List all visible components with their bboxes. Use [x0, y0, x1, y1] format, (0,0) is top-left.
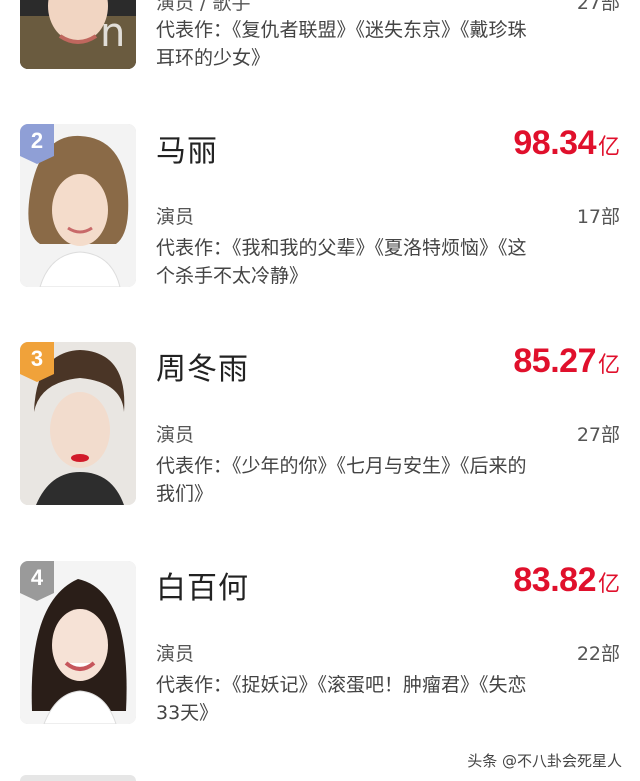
- rank-badge: 4: [20, 561, 54, 601]
- rank-badge: 2: [20, 124, 54, 164]
- rank-number: 3: [30, 346, 44, 371]
- box-office-value: 85.27: [513, 342, 596, 380]
- avatar: 3: [20, 342, 136, 505]
- rank-badge: 3: [20, 342, 54, 382]
- film-count: 27部: [576, 424, 620, 446]
- rank-number: 4: [30, 565, 44, 590]
- avatar: n: [20, 0, 136, 69]
- actress-name: 白百何: [156, 571, 249, 606]
- box-office-unit: 亿: [597, 135, 620, 160]
- film-count: 17部: [576, 206, 620, 228]
- ranking-item[interactable]: n 演员 / 歌手 27部 代表作：《复仇者联盟》《迷失东京》《戴珍珠耳环的少女…: [0, 0, 640, 75]
- svg-text:n: n: [100, 10, 125, 56]
- watermark: 头条 @不八卦会死星人: [463, 748, 626, 773]
- role-label: 演员: [156, 424, 195, 446]
- actress-name: 周冬雨: [156, 352, 249, 387]
- role-label: 演员: [156, 206, 195, 228]
- box-office: 85.27亿: [513, 342, 620, 381]
- representative-works: 代表作：《捉妖记》《滚蛋吧！肿瘤君》《失恋33天》: [156, 674, 527, 724]
- box-office-unit: 亿: [597, 572, 620, 597]
- ranking-item[interactable]: 3 周冬雨 85.27亿 演员 27部 代表作：《少年的你》《七月与安生》《后来…: [0, 342, 640, 512]
- rank-number: 2: [30, 128, 44, 153]
- role-label: 演员: [156, 643, 195, 665]
- avatar: 2: [20, 124, 136, 287]
- representative-works: 代表作：《我和我的父辈》《夏洛特烦恼》《这个杀手不太冷静》: [156, 237, 527, 287]
- box-office: 83.82亿: [513, 561, 620, 600]
- box-office-value: 98.34: [513, 124, 596, 162]
- next-item-edge: [20, 775, 136, 781]
- ranking-item[interactable]: 4 白百何 83.82亿 演员 22部 代表作：《捉妖记》《滚蛋吧！肿瘤君》《失…: [0, 561, 640, 731]
- representative-works: 代表作：《少年的你》《七月与安生》《后来的我们》: [156, 455, 527, 505]
- ranking-item[interactable]: 2 马丽 98.34亿 演员 17部 代表作：《我和我的父辈》《夏洛特烦恼》《这…: [0, 124, 640, 294]
- role-label: 演员 / 歌手: [156, 0, 251, 14]
- actress-name: 马丽: [156, 134, 218, 169]
- film-count: 22部: [576, 643, 620, 665]
- box-office-unit: 亿: [597, 353, 620, 378]
- box-office-value: 83.82: [513, 561, 596, 599]
- representative-works: 代表作：《复仇者联盟》《迷失东京》《戴珍珠耳环的少女》: [156, 19, 527, 69]
- film-count: 27部: [576, 0, 620, 14]
- box-office: 98.34亿: [513, 124, 620, 163]
- avatar: 4: [20, 561, 136, 724]
